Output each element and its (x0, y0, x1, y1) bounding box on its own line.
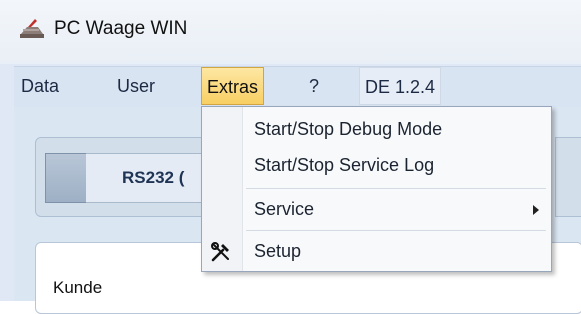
menu-bar: Data User Extras ? DE 1.2.4 (14, 66, 581, 107)
menu-separator (246, 188, 546, 189)
menu-data[interactable]: Data (16, 67, 64, 105)
menu-separator (246, 230, 546, 231)
tools-icon (211, 242, 229, 262)
submenu-arrow-icon (533, 205, 539, 215)
extras-dropdown: Start/Stop Debug Mode Start/Stop Service… (201, 106, 552, 272)
scale-icon (20, 19, 44, 38)
connection-label: RS232 ( (122, 168, 185, 187)
menu-item-label: Start/Stop Service Log (254, 155, 435, 175)
app-window: PC Waage WIN Data User Extras ? DE 1.2.4… (0, 0, 581, 314)
menu-extras[interactable]: Extras (201, 67, 265, 105)
connection-status-button[interactable] (45, 153, 87, 203)
right-panel (555, 137, 581, 217)
customer-label: Kunde (53, 278, 103, 297)
menu-item-label: Setup (254, 241, 302, 261)
menu-item-debug-mode[interactable]: Start/Stop Debug Mode (202, 111, 551, 149)
menu-item-label: Start/Stop Debug Mode (254, 119, 443, 139)
title-bar: PC Waage WIN (0, 0, 581, 64)
version-label: DE 1.2.4 (359, 67, 442, 105)
menu-help[interactable]: ? (304, 67, 324, 105)
menu-item-setup[interactable]: Setup (202, 233, 551, 271)
menu-item-label: Service (254, 199, 315, 219)
menu-user[interactable]: User (112, 67, 160, 105)
window-title: PC Waage WIN (54, 18, 188, 39)
menu-item-service[interactable]: Service (202, 191, 551, 229)
menu-item-service-log[interactable]: Start/Stop Service Log (202, 147, 551, 185)
